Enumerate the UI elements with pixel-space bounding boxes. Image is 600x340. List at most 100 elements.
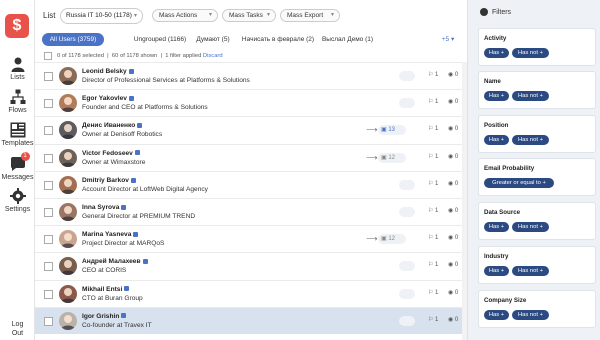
table-row[interactable]: Mikhail Entsi CTO at Buran Group ⚐ 1 ◉ 0 <box>35 279 467 307</box>
contact-title: General Director at PREMIUM TREND <box>82 212 196 220</box>
row-checkbox[interactable] <box>44 153 53 163</box>
row-checkbox[interactable] <box>44 72 53 81</box>
table-row[interactable]: Leonid Belsky Director of Professional Se… <box>35 62 467 90</box>
nav-lists[interactable]: Lists <box>0 56 35 81</box>
contact-name[interactable]: Victor Fedoseev <box>82 150 140 157</box>
contact-name[interactable]: Денис Иваненко <box>82 122 143 129</box>
message-count-pill[interactable]: ▣ 13 <box>378 125 406 136</box>
tab-more[interactable]: +5 ▾ <box>437 33 459 46</box>
row-checkbox[interactable] <box>44 99 53 109</box>
filter-button[interactable]: Has not + <box>512 91 549 101</box>
tag-count-value: 0 <box>454 289 459 296</box>
select-all-checkbox[interactable] <box>44 52 52 60</box>
tab-nachisat-v-fevrale[interactable]: Начисать в феврале (2) <box>238 33 318 46</box>
filter-button[interactable]: Has not + <box>512 222 549 232</box>
contact-name[interactable]: Dmitriy Barkov <box>82 177 136 184</box>
tab-dumayut[interactable]: Думают (5) <box>193 33 233 46</box>
message-pill[interactable] <box>399 261 415 272</box>
app-logo[interactable]: $ <box>5 14 29 38</box>
linkedin-icon[interactable] <box>128 68 134 74</box>
linkedin-icon[interactable] <box>137 123 143 129</box>
linkedin-icon[interactable] <box>124 286 130 292</box>
contact-name[interactable]: Leonid Belsky <box>82 68 134 75</box>
message-pill[interactable] <box>399 288 415 299</box>
nav-settings[interactable]: Settings <box>0 188 35 213</box>
table-row[interactable]: Dmitriy Barkov Account Director at LoftWe… <box>35 170 467 198</box>
mass-actions-button[interactable]: Mass Actions ▾ <box>152 9 218 22</box>
row-checkbox[interactable] <box>44 126 53 136</box>
filter-card: Email Probability Greater or equal to + <box>478 158 596 196</box>
mass-tasks-button[interactable]: Mass Tasks ▾ <box>222 9 276 22</box>
filter-button[interactable]: Has + <box>484 266 509 276</box>
discard-link[interactable]: Discard <box>203 53 223 59</box>
tasks-count: ⚐ 1 <box>428 316 439 323</box>
message-count-pill[interactable]: ▣ 12 <box>378 234 406 245</box>
filter-button[interactable]: Has not + <box>512 135 549 145</box>
logout-label-line2: Out <box>11 330 24 337</box>
filter-card: Company Size Has + Has not + <box>478 290 596 328</box>
row-checkbox[interactable] <box>44 235 53 245</box>
avatar-silhouette-icon <box>61 97 75 113</box>
linkedin-icon[interactable] <box>121 204 127 210</box>
filter-button[interactable]: Has + <box>484 222 509 232</box>
logout-button[interactable]: Log Out <box>0 320 35 338</box>
nav-templates[interactable]: Templates <box>0 122 35 147</box>
row-checkbox[interactable] <box>44 316 53 326</box>
table-row[interactable]: Inna Syrova General Director at PREMIUM T… <box>35 197 467 226</box>
contact-name[interactable]: Андрей Малахеев <box>82 258 148 265</box>
filter-button[interactable]: Has + <box>484 310 509 320</box>
chevron-down-icon: ▾ <box>266 12 270 18</box>
contact-name[interactable]: Marina Yasneva <box>82 231 139 238</box>
linkedin-icon[interactable] <box>134 150 140 156</box>
tasks-count-value: 1 <box>435 316 439 323</box>
table-row[interactable]: Egor Yakovlev Founder and CEO at Platform… <box>35 89 467 117</box>
nav-flows[interactable]: Flows <box>0 89 35 114</box>
filter-button[interactable]: Greater or equal to + <box>484 178 554 188</box>
table-row[interactable]: Андрей Малахеев CEO at CORIS ⚐ 1 ◉ 0 <box>35 252 467 280</box>
linkedin-icon[interactable] <box>130 177 136 183</box>
tasks-count: ⚐ 1 <box>428 235 439 242</box>
filters-header[interactable]: Filters <box>480 8 511 16</box>
message-pill[interactable] <box>399 179 415 190</box>
filter-button[interactable]: Has not + <box>512 48 549 58</box>
contact-name-text: Андрей Малахеев <box>82 258 141 266</box>
list-select[interactable]: Russia IT 10-50 (1178) ▾ <box>60 8 143 24</box>
linkedin-icon[interactable] <box>133 231 139 237</box>
tab-ungrouped[interactable]: Ungrouped (1166) <box>128 33 192 46</box>
table-row[interactable]: Marina Yasneva Project Director at MARQoS… <box>35 225 467 253</box>
share-icon[interactable]: ⟶ <box>366 234 377 243</box>
tab-all-users[interactable]: All Users (3759) <box>42 33 104 46</box>
tag-count: ◉ 0 <box>448 262 459 269</box>
filter-button[interactable]: Has not + <box>512 310 549 320</box>
contact-name[interactable]: Mikhail Entsi <box>82 286 130 293</box>
share-icon[interactable]: ⟶ <box>366 153 377 162</box>
filter-button[interactable]: Has + <box>484 135 509 145</box>
message-pill[interactable] <box>399 71 415 81</box>
tab-vyslal-demo[interactable]: Выслал Демо (1) <box>320 33 375 46</box>
message-pill[interactable] <box>399 98 415 109</box>
filter-button[interactable]: Has not + <box>512 266 549 276</box>
linkedin-icon[interactable] <box>128 95 134 101</box>
filter-button[interactable]: Has + <box>484 91 509 101</box>
row-checkbox[interactable] <box>44 262 53 272</box>
contact-name[interactable]: Inna Syrova <box>82 204 127 211</box>
message-count-pill[interactable]: ▣ 12 <box>378 152 406 163</box>
contact-name[interactable]: Igor Grishin <box>82 313 127 320</box>
filter-button[interactable]: Has + <box>484 48 509 58</box>
linkedin-icon[interactable] <box>142 259 148 265</box>
row-checkbox[interactable] <box>44 207 53 217</box>
table-row[interactable]: Денис Иваненко Owner at Denisoff Robotics… <box>35 116 467 144</box>
message-pill[interactable] <box>399 206 415 217</box>
mass-export-label: Mass Export <box>287 12 324 19</box>
row-checkbox[interactable] <box>44 289 53 299</box>
table-row[interactable]: Igor Grishin Co-founder at Travex IT ⚐ 1 ◉ … <box>35 306 467 334</box>
share-icon[interactable]: ⟶ <box>366 125 377 134</box>
table-row[interactable]: Victor Fedoseev Owner at Wimaxstore ⟶ ▣ 12 ⚐… <box>35 143 467 171</box>
message-pill[interactable] <box>399 315 415 326</box>
mass-export-button[interactable]: Mass Export ▾ <box>280 9 340 22</box>
filter-title: Position <box>484 122 509 129</box>
linkedin-icon[interactable] <box>121 313 127 319</box>
nav-messages[interactable]: 1 Messages <box>0 152 35 181</box>
contact-name[interactable]: Egor Yakovlev <box>82 95 134 102</box>
row-checkbox[interactable] <box>44 180 53 190</box>
